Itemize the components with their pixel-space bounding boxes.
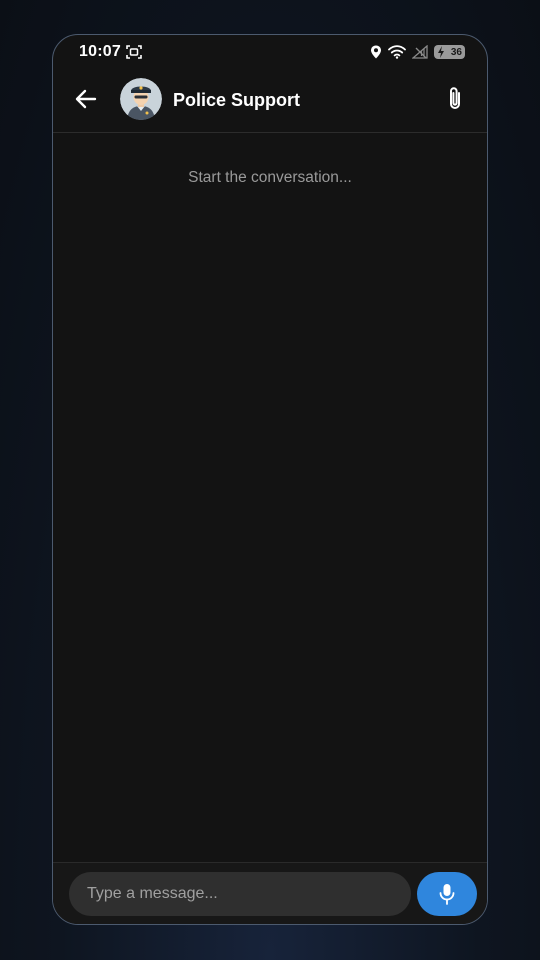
microphone-icon bbox=[439, 884, 455, 905]
location-icon bbox=[371, 45, 381, 59]
police-officer-icon bbox=[120, 78, 162, 120]
message-list[interactable]: Start the conversation... bbox=[53, 133, 487, 863]
status-bar: 10:07 36 bbox=[53, 35, 487, 69]
back-arrow-icon[interactable] bbox=[73, 86, 99, 112]
empty-conversation-hint: Start the conversation... bbox=[188, 169, 352, 186]
composer-bar bbox=[53, 862, 487, 924]
phone-frame: 10:07 36 Police Support Start the conver… bbox=[52, 34, 488, 925]
avatar[interactable] bbox=[120, 78, 162, 120]
screenshot-icon bbox=[126, 45, 142, 59]
message-input[interactable] bbox=[69, 872, 411, 916]
battery-charging-icon bbox=[438, 46, 444, 58]
battery-level: 36 bbox=[450, 46, 462, 58]
mic-button[interactable] bbox=[417, 872, 477, 916]
no-signal-icon bbox=[412, 45, 428, 59]
wifi-icon bbox=[388, 45, 406, 59]
status-time: 10:07 bbox=[79, 43, 121, 60]
contact-name: Police Support bbox=[173, 90, 301, 110]
paperclip-icon[interactable] bbox=[443, 85, 467, 113]
battery-indicator: 36 bbox=[434, 45, 465, 59]
status-icons: 36 bbox=[370, 43, 465, 61]
